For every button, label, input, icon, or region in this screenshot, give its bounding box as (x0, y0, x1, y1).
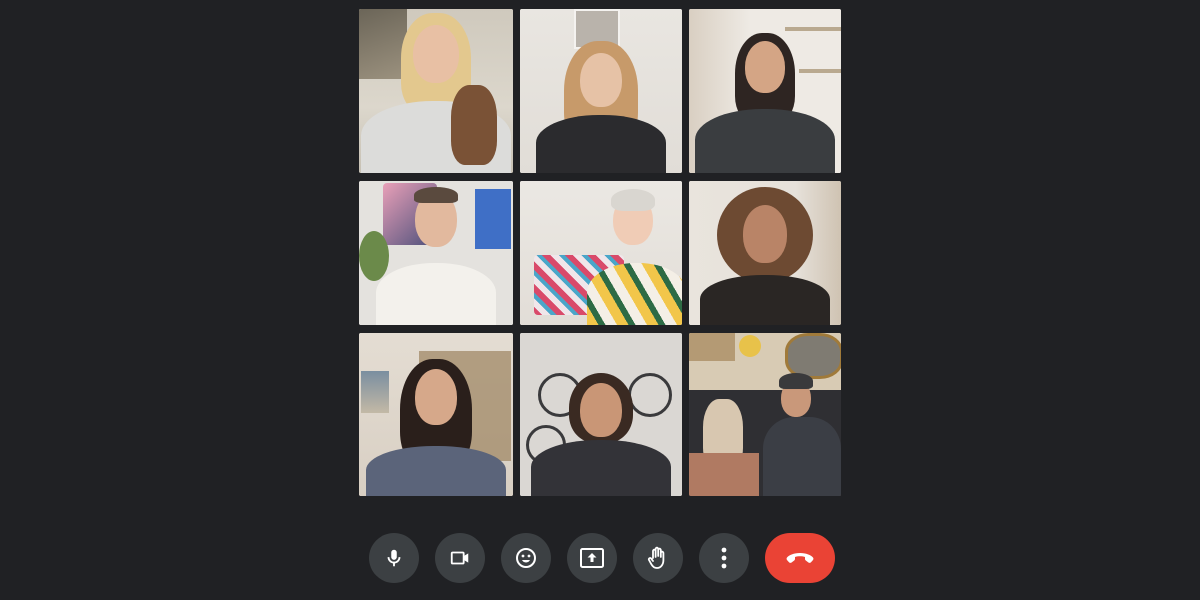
participant-tile[interactable] (520, 333, 682, 496)
participant-face (413, 25, 459, 83)
wall-art (361, 371, 389, 413)
participant-body (700, 275, 830, 325)
shelf (689, 333, 735, 361)
participant-face (743, 205, 787, 263)
participant-body (763, 417, 841, 496)
participant-tile[interactable] (359, 181, 513, 325)
video-call-window (0, 0, 1200, 600)
end-call-button[interactable] (765, 533, 835, 583)
dog (451, 85, 497, 165)
end-call-icon (785, 551, 815, 565)
present-screen-icon (579, 547, 605, 569)
participant-body (586, 263, 682, 325)
participant-hair (414, 187, 458, 203)
shelf (799, 69, 841, 73)
participant-body (376, 263, 496, 325)
reactions-button[interactable] (501, 533, 551, 583)
raise-hand-icon (646, 545, 670, 571)
wall-clock (739, 335, 761, 357)
participant-tile[interactable] (520, 181, 682, 325)
more-options-icon (721, 547, 727, 569)
participant-tile[interactable] (689, 333, 841, 496)
wall-art (475, 189, 511, 249)
blanket (689, 453, 759, 496)
microphone-icon (383, 547, 405, 569)
participant-tile[interactable] (689, 9, 841, 173)
participant-grid (359, 9, 841, 496)
participant-face (745, 41, 785, 93)
call-controls (369, 533, 835, 583)
camera-icon (448, 547, 472, 569)
participant-hair (779, 373, 813, 389)
emoji-icon (514, 546, 538, 570)
present-screen-button[interactable] (567, 533, 617, 583)
participant-tile[interactable] (520, 9, 682, 173)
bicycle-wheel (628, 373, 672, 417)
participant-tile[interactable] (359, 333, 513, 496)
poster (359, 9, 407, 79)
microphone-button[interactable] (369, 533, 419, 583)
participant-body (695, 109, 835, 173)
participant-body (536, 115, 666, 173)
participant-body (366, 446, 506, 496)
participant-face (580, 383, 622, 437)
participant-tile[interactable] (359, 9, 513, 173)
raise-hand-button[interactable] (633, 533, 683, 583)
plant (359, 231, 389, 281)
participant-hair (611, 189, 656, 211)
participant-face (415, 369, 457, 425)
camera-button[interactable] (435, 533, 485, 583)
participant-tile[interactable] (689, 181, 841, 325)
participant-face (580, 53, 622, 107)
shelf (785, 27, 841, 31)
participant-body (531, 440, 671, 496)
more-options-button[interactable] (699, 533, 749, 583)
